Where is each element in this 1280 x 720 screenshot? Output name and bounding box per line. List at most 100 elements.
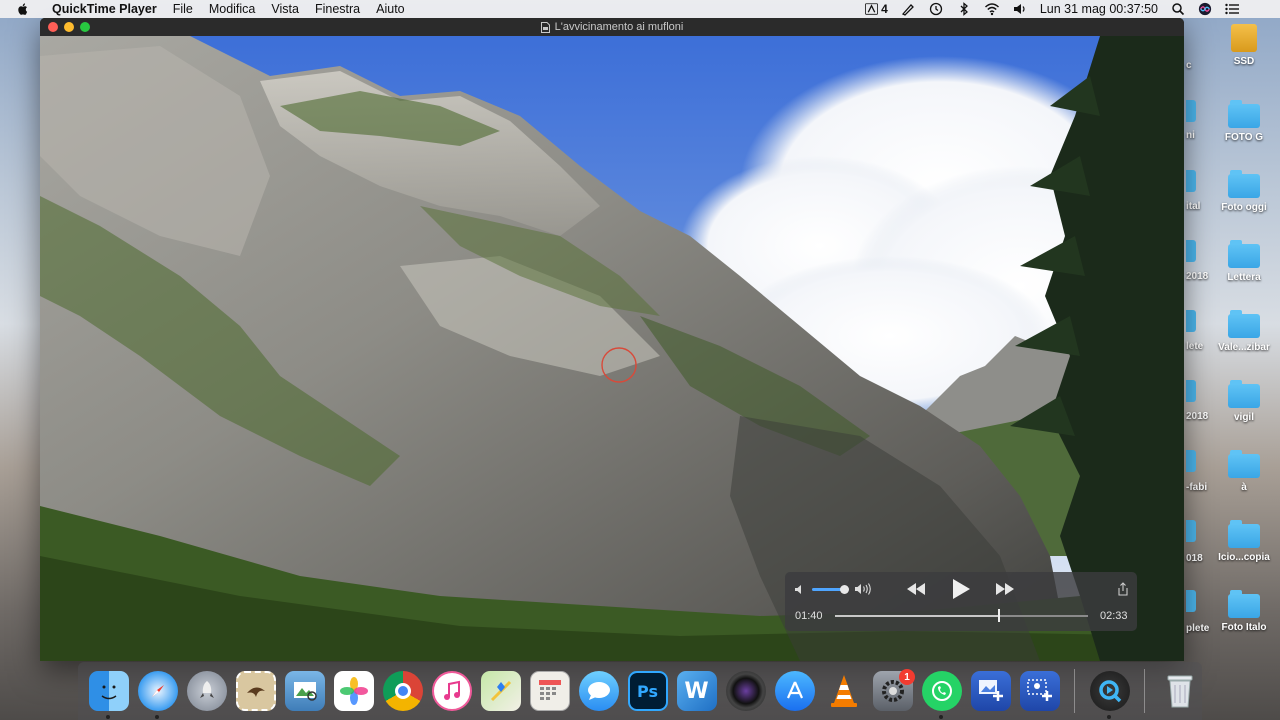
dock-system-preferences[interactable]: 1 — [870, 667, 915, 715]
desktop-icon-a[interactable]: à — [1214, 450, 1274, 493]
maps-icon — [480, 671, 521, 711]
folder-icon — [1228, 170, 1260, 198]
notification-center-icon[interactable] — [1224, 2, 1240, 16]
volume-low-icon[interactable] — [794, 584, 806, 595]
playback-controls: 01:40 02:33 — [785, 572, 1137, 631]
adobe-icon — [865, 3, 879, 15]
play-icon[interactable] — [951, 578, 971, 600]
menu-file[interactable]: File — [165, 0, 201, 18]
volume-high-icon[interactable] — [854, 582, 872, 596]
window-titlebar[interactable]: L'avvicinamento ai mufloni — [40, 18, 1184, 36]
folder-icon — [1228, 590, 1260, 618]
minimize-button[interactable] — [64, 22, 74, 32]
dock-photo-booth[interactable] — [723, 667, 768, 715]
ballpoint-icon[interactable] — [900, 2, 916, 16]
dock-separator — [1144, 669, 1145, 713]
folder-icon[interactable] — [1186, 240, 1196, 262]
eagle-stamp-icon — [235, 671, 276, 711]
whatsapp-icon — [921, 671, 962, 711]
close-button[interactable] — [48, 22, 58, 32]
dock-image-capture[interactable] — [968, 667, 1013, 715]
drive-icon — [1231, 24, 1257, 52]
share-icon[interactable] — [1117, 582, 1129, 596]
traffic-cone-icon — [824, 671, 864, 711]
video-frame[interactable]: 01:40 02:33 — [40, 36, 1184, 661]
rocket-icon — [186, 671, 227, 711]
folder-icon[interactable] — [1186, 450, 1196, 472]
menu-modifica[interactable]: Modifica — [201, 0, 264, 18]
dock-launchpad[interactable] — [184, 667, 229, 715]
dock-vlc[interactable] — [821, 667, 866, 715]
fast-forward-icon[interactable] — [994, 581, 1016, 597]
desktop-icon-label-partial: 2018 — [1186, 411, 1209, 422]
volume-slider-handle[interactable] — [840, 585, 849, 594]
apple-icon[interactable] — [16, 2, 30, 16]
folder-icon[interactable] — [1186, 590, 1196, 612]
menu-clock[interactable]: Lun 31 mag 00:37:50 — [1040, 2, 1158, 16]
timeline-playhead[interactable] — [998, 609, 1001, 622]
desktop-icon-foto-italo[interactable]: Foto Italo — [1214, 590, 1274, 633]
dock-photoshop[interactable]: Ps — [625, 667, 670, 715]
folder-icon[interactable] — [1186, 380, 1196, 402]
menu-aiuto[interactable]: Aiuto — [368, 0, 413, 18]
volume-icon[interactable] — [1012, 2, 1028, 16]
folder-icon[interactable] — [1186, 310, 1196, 332]
running-indicator — [106, 715, 110, 719]
time-machine-icon[interactable] — [928, 2, 944, 16]
photos-icon — [333, 671, 374, 711]
menu-finestra[interactable]: Finestra — [307, 0, 368, 18]
dock-photos[interactable] — [331, 667, 376, 715]
dock-mail-stamp[interactable] — [233, 667, 278, 715]
desktop-icon-vigil[interactable]: vigil — [1214, 380, 1274, 423]
desktop-icon-label-partial: c — [1186, 60, 1192, 71]
folder-icon[interactable] — [1186, 170, 1196, 192]
dock-calculator[interactable] — [527, 667, 572, 715]
desktop-icon-label-partial: -fabi — [1186, 482, 1208, 493]
image-add-icon — [970, 671, 1011, 711]
dock-screenshot-add[interactable] — [1017, 667, 1062, 715]
dock-preview[interactable] — [282, 667, 327, 715]
desktop-icon-label-partial: 018 — [1186, 553, 1203, 564]
dock-whatsapp[interactable] — [919, 667, 964, 719]
dock-app-store[interactable] — [772, 667, 817, 715]
folder-icon[interactable] — [1186, 520, 1196, 542]
desktop-icon-icio-copia[interactable]: Icio...copia — [1214, 520, 1274, 563]
calendar-grid-icon — [529, 671, 570, 711]
menu-vista[interactable]: Vista — [263, 0, 307, 18]
running-indicator — [939, 715, 943, 719]
fullscreen-button[interactable] — [80, 22, 90, 32]
dock-quicktime[interactable] — [1087, 667, 1132, 719]
app-store-icon — [774, 671, 815, 711]
desktop-icon-label-partial: lete — [1186, 341, 1204, 352]
menu-bar: QuickTime Player File Modifica Vista Fin… — [0, 0, 1280, 18]
elapsed-time: 01:40 — [795, 610, 823, 622]
desktop-icon-vale-zibar[interactable]: Vale...zibar — [1214, 310, 1274, 353]
desktop-icon-foto-oggi[interactable]: Foto oggi — [1214, 170, 1274, 213]
dock-itunes[interactable] — [429, 667, 474, 715]
desktop-icon-label-partial: ni — [1186, 130, 1195, 141]
folder-icon[interactable] — [1186, 100, 1196, 122]
dock-trash[interactable] — [1157, 667, 1202, 715]
dock-maps[interactable] — [478, 667, 523, 715]
screenshot-add-icon — [1019, 671, 1060, 711]
spotlight-search-icon[interactable] — [1170, 2, 1186, 16]
desktop-icon-ssd[interactable]: SSD — [1214, 24, 1274, 67]
menu-app-name[interactable]: QuickTime Player — [44, 0, 165, 18]
siri-icon[interactable] — [1198, 2, 1212, 16]
wifi-icon[interactable] — [984, 2, 1000, 16]
adobe-status-item[interactable]: 4 — [865, 2, 888, 16]
desktop-icon-lettera[interactable]: Lettera — [1214, 240, 1274, 283]
dock-messages[interactable] — [576, 667, 621, 715]
dock-word[interactable]: W — [674, 667, 719, 715]
word-icon: W — [676, 671, 717, 711]
rewind-icon[interactable] — [905, 581, 927, 597]
desktop-icon-foto-g[interactable]: FOTO G — [1214, 100, 1274, 143]
bluetooth-icon[interactable] — [956, 2, 972, 16]
dock-finder[interactable] — [86, 667, 131, 719]
total-time: 02:33 — [1100, 610, 1128, 622]
desktop-icon-label-partial: 2018 — [1186, 271, 1209, 282]
dock-chrome[interactable] — [380, 667, 425, 715]
dock-safari[interactable] — [135, 667, 180, 719]
folder-icon — [1228, 100, 1260, 128]
trash-icon — [1160, 671, 1200, 711]
